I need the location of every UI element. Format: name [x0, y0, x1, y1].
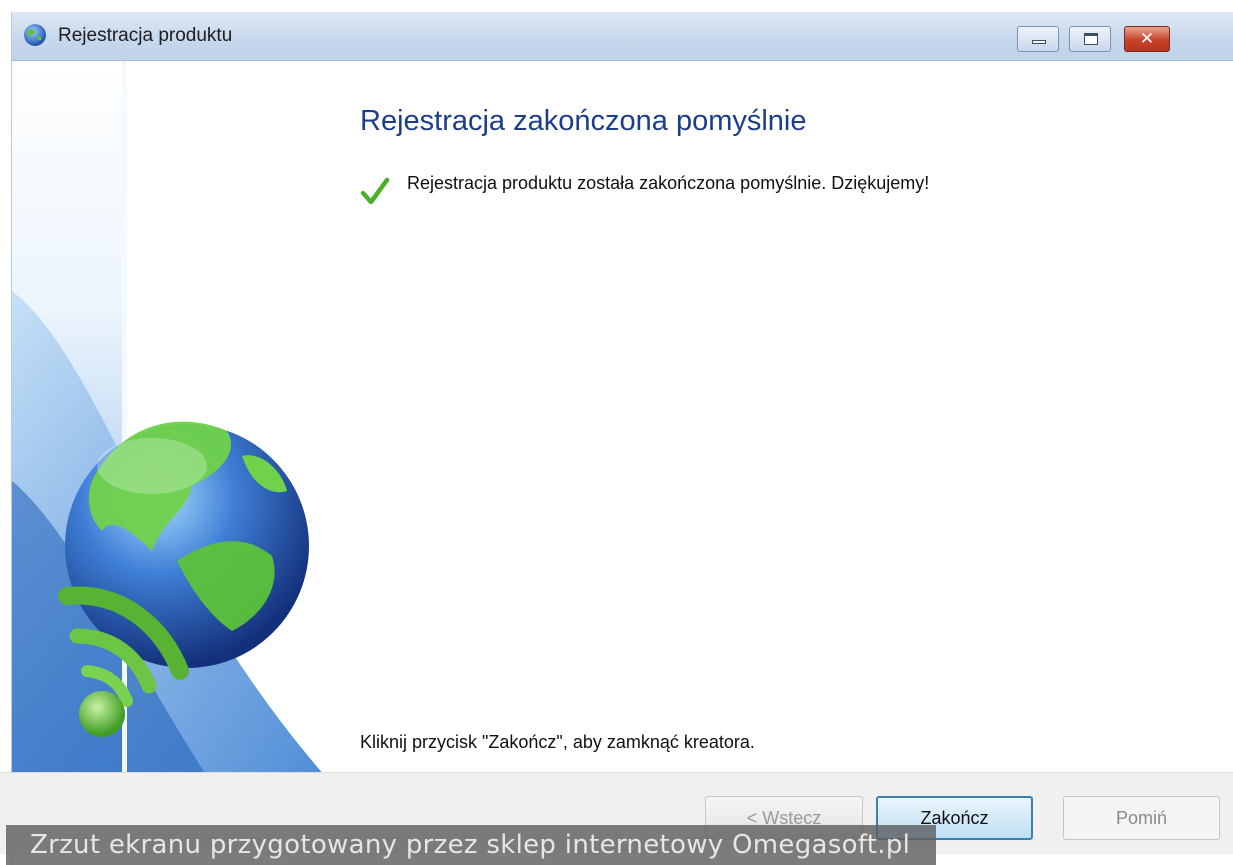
minimize-icon	[1032, 40, 1046, 44]
minimize-button[interactable]	[1017, 26, 1059, 52]
maximize-button[interactable]	[1069, 26, 1111, 52]
finish-instruction: Kliknij przycisk "Zakończ", aby zamknąć …	[360, 732, 755, 752]
page-title: Rejestracja zakończona pomyślnie	[360, 105, 807, 137]
close-icon: ✕	[1139, 29, 1155, 49]
wizard-body: Rejestracja zakończona pomyślnie Rejestr…	[12, 61, 1233, 784]
title-bar[interactable]: Rejestracja produktu ✕	[12, 12, 1233, 61]
globe-wireless-illustration	[12, 61, 332, 784]
watermark-banner: Zrzut ekranu przygotowany przez sklep in…	[6, 825, 936, 865]
close-button[interactable]: ✕	[1124, 26, 1170, 52]
success-message: Rejestracja produktu została zakończona …	[407, 173, 930, 193]
globe-icon	[24, 24, 46, 46]
maximize-icon	[1084, 33, 1098, 45]
skip-button[interactable]: Pomiń	[1063, 796, 1220, 840]
checkmark-icon	[360, 177, 390, 205]
registration-window: Rejestracja produktu ✕ Rejestracja zakoń…	[11, 12, 1233, 865]
window-title: Rejestracja produktu	[58, 25, 233, 46]
